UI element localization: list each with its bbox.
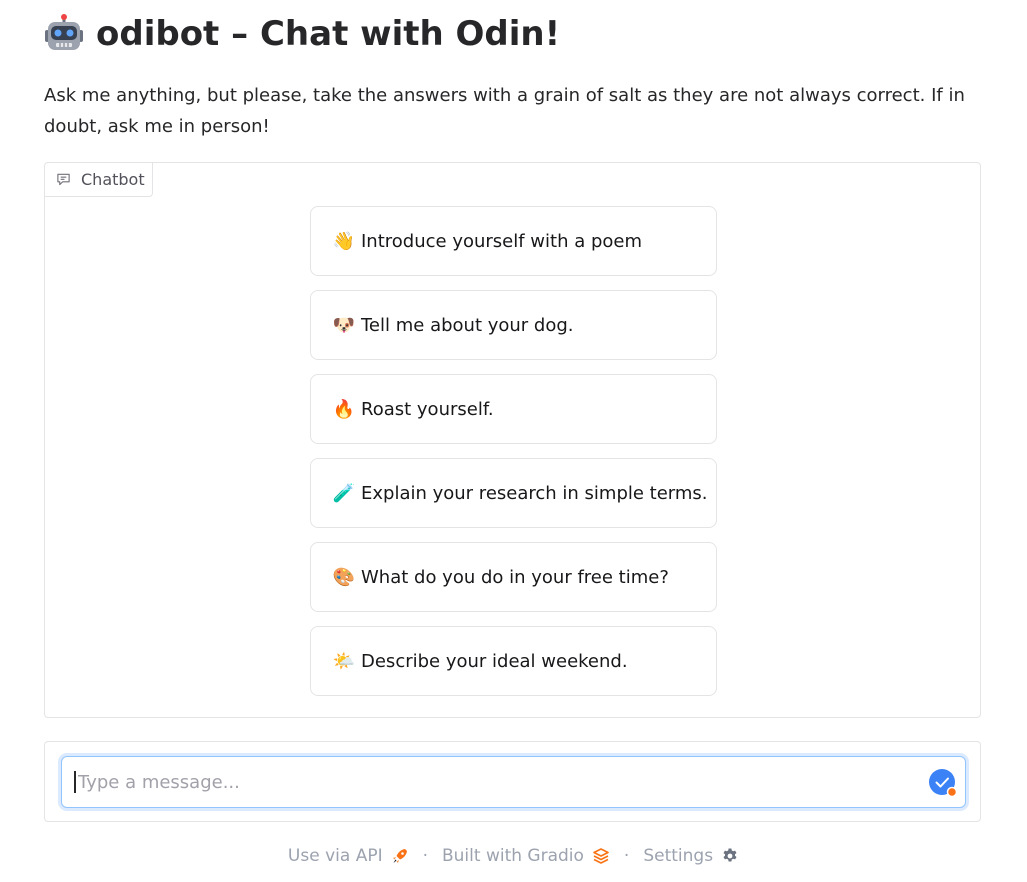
rocket-icon xyxy=(392,849,407,863)
built-with-gradio-link[interactable]: Built with Gradio xyxy=(442,846,610,866)
chatbot-panel: Chatbot 👋 Introduce yourself with a poem… xyxy=(44,162,981,718)
message-input[interactable] xyxy=(74,771,918,793)
send-icon[interactable] xyxy=(929,769,957,797)
page-title-text: odibot – Chat with Odin! xyxy=(96,14,561,54)
example-text: Roast yourself. xyxy=(361,398,494,420)
example-text: What do you do in your free time? xyxy=(361,566,669,588)
example-button[interactable]: 🐶 Tell me about your dog. xyxy=(310,290,717,360)
waving-hand-icon: 👋 xyxy=(332,230,356,252)
use-via-api-text: Use via API xyxy=(287,846,383,866)
chat-icon xyxy=(57,173,70,186)
example-text: Introduce yourself with a poem xyxy=(361,230,643,252)
page-description: Ask me anything, but please, take the an… xyxy=(44,85,965,137)
footer: Use via API · Built with Gradio · Settin… xyxy=(0,846,1027,866)
sun-behind-cloud-icon: 🌤️ xyxy=(332,650,356,672)
message-input-panel xyxy=(44,741,981,822)
use-via-api-link[interactable]: Use via API xyxy=(288,846,409,866)
example-text: Describe your ideal weekend. xyxy=(361,650,628,672)
footer-separator: · xyxy=(623,846,630,866)
example-button[interactable]: 🌤️ Describe your ideal weekend. xyxy=(310,626,717,696)
page-title: odibot – Chat with Odin! xyxy=(44,14,560,54)
settings-text: Settings xyxy=(643,846,714,866)
example-button[interactable]: 🧪 Explain your research in simple terms. xyxy=(310,458,717,528)
built-with-gradio-text: Built with Gradio xyxy=(442,846,584,866)
palette-icon: 🎨 xyxy=(332,566,356,588)
dog-face-icon: 🐶 xyxy=(332,314,356,336)
gradio-logo-icon xyxy=(593,848,609,864)
footer-separator: · xyxy=(422,846,428,866)
example-list: 👋 Introduce yourself with a poem 🐶 Tell … xyxy=(310,206,717,710)
test-tube-icon: 🧪 xyxy=(332,482,356,504)
example-text: Tell me about your dog. xyxy=(361,314,574,336)
gear-icon xyxy=(723,848,737,862)
chatbot-label-text: Chatbot xyxy=(81,170,145,189)
chatbot-label: Chatbot xyxy=(45,163,153,197)
robot-icon xyxy=(45,14,83,50)
example-button[interactable]: 👋 Introduce yourself with a poem xyxy=(310,206,717,276)
fire-icon: 🔥 xyxy=(332,398,356,420)
example-button[interactable]: 🔥 Roast yourself. xyxy=(310,374,717,444)
example-button[interactable]: 🎨 What do you do in your free time? xyxy=(310,542,717,612)
settings-link[interactable]: Settings xyxy=(643,846,739,866)
message-input-box xyxy=(61,756,966,808)
example-text: Explain your research in simple terms. xyxy=(361,482,708,504)
